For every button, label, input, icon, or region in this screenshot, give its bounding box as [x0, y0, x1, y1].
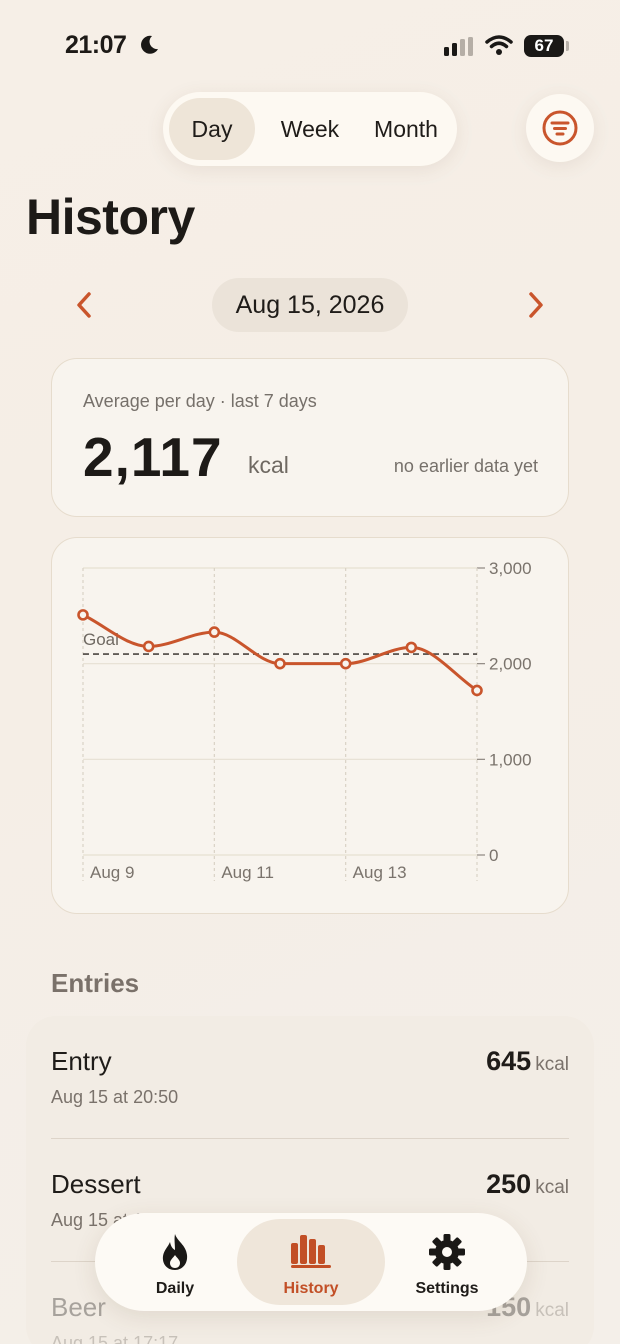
tab-label: Settings — [415, 1280, 479, 1297]
tab-label: History — [283, 1280, 339, 1297]
x-tick-label: Aug 9 — [90, 863, 134, 882]
chevron-left-icon — [77, 292, 91, 318]
data-point — [142, 640, 155, 653]
y-tick-label: 1,000 — [489, 750, 532, 769]
segment-month[interactable]: Month — [361, 98, 451, 160]
calorie-line-chart: 01,0002,0003,000Aug 9 Aug 11 Aug 13Goal — [77, 559, 532, 882]
x-tick-label: Aug 11 — [221, 863, 274, 882]
entry-kcal-unit: kcal — [535, 1300, 569, 1321]
date-picker-button[interactable]: Aug 15, 2026 — [212, 278, 408, 332]
entry-name: Beer — [51, 1292, 106, 1322]
average-value: 2,117 — [83, 426, 223, 488]
flame-icon — [162, 1234, 188, 1270]
entry-name: Dessert — [51, 1169, 141, 1199]
y-tick-label: 0 — [489, 846, 498, 865]
entry-name: Entry — [51, 1046, 112, 1076]
entry-kcal-value: 645 — [486, 1046, 532, 1076]
average-unit: kcal — [248, 452, 289, 478]
tab-history[interactable]: History — [237, 1219, 385, 1305]
calorie-chart-card: 0 1,000 2,000 3,000 Aug 9 Aug 11 Aug 13 Goal — [51, 537, 569, 914]
segment-week[interactable]: Week — [263, 98, 357, 160]
entry-kcal: 645 kcal — [486, 1046, 569, 1077]
entry-kcal-unit: kcal — [535, 1054, 569, 1075]
entry-time: Aug 15 at 20:50 — [51, 1087, 179, 1107]
data-point — [274, 657, 286, 670]
y-tick-label: 2,000 — [489, 655, 532, 674]
x-tick-label: Aug 13 — [353, 863, 407, 882]
filter-button[interactable] — [526, 94, 594, 162]
entry-kcal-unit: kcal — [535, 1177, 569, 1198]
gear-icon — [429, 1234, 465, 1270]
tab-bar: Daily History Settings — [95, 1213, 527, 1311]
series-line — [81, 613, 479, 692]
average-note: no earlier data yet — [393, 456, 538, 476]
segment-day[interactable]: Day — [169, 98, 255, 160]
entry-kcal: 250 kcal — [486, 1169, 569, 1200]
data-point — [471, 684, 483, 697]
cellular-signal-icon — [444, 37, 473, 56]
next-date-button[interactable] — [520, 288, 550, 322]
data-point — [77, 609, 89, 621]
y-tick-label: 3,000 — [489, 559, 532, 578]
status-bar: 21:07 67 — [0, 0, 620, 90]
filter-icon — [542, 110, 578, 146]
battery-level: 67 — [534, 36, 554, 55]
entry-kcal-value: 250 — [486, 1169, 532, 1199]
data-point — [405, 641, 418, 654]
entry-row[interactable]: Entry Aug 15 at 20:50 645 kcal — [26, 1016, 594, 1139]
entry-time: Aug 15 at 17:17 — [51, 1333, 179, 1344]
tab-label: Daily — [155, 1280, 195, 1297]
previous-date-button[interactable] — [70, 288, 100, 322]
period-segmented-control: Day Week Month — [163, 92, 457, 166]
page-title: History — [26, 189, 195, 245]
data-point — [339, 657, 352, 670]
status-time: 21:07 — [65, 31, 127, 59]
average-label: Average per day · last 7 days — [83, 391, 317, 411]
bar-chart-icon — [291, 1235, 331, 1268]
chevron-right-icon — [529, 292, 543, 318]
data-point — [208, 626, 221, 638]
moon-icon — [141, 35, 158, 54]
entries-heading: Entries — [51, 968, 140, 998]
tab-settings[interactable]: Settings — [381, 1219, 513, 1305]
wifi-icon — [485, 35, 513, 55]
average-summary-card: Average per day · last 7 days 2,117 kcal… — [51, 358, 569, 517]
tab-daily[interactable]: Daily — [109, 1219, 241, 1305]
